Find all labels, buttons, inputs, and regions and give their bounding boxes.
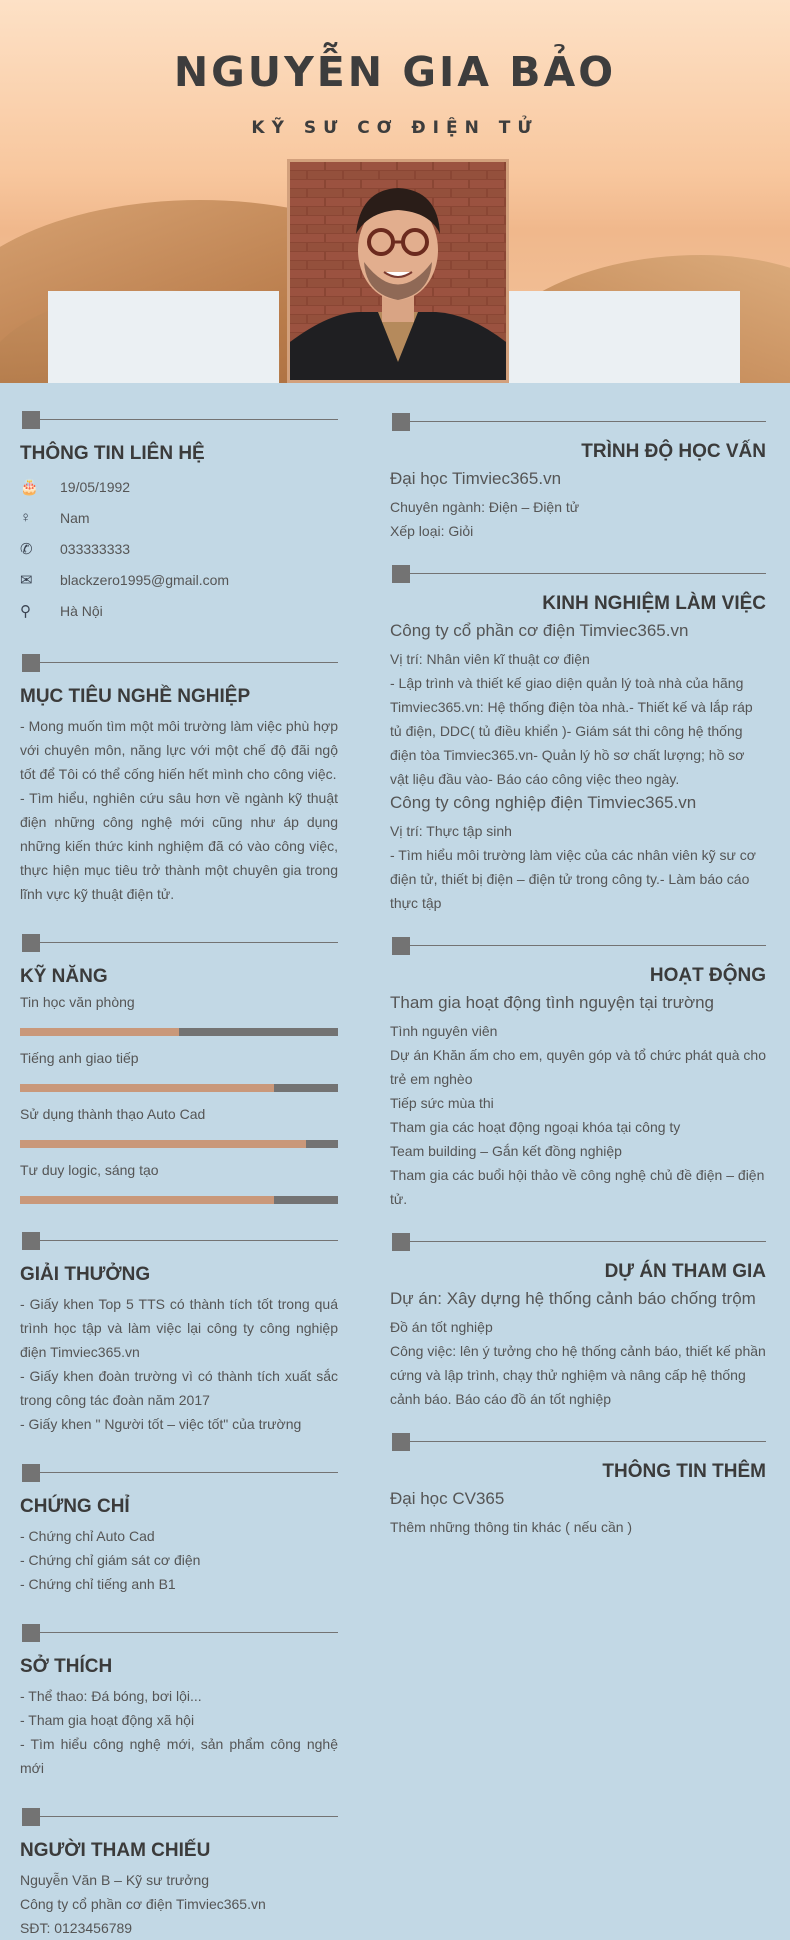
hobby-item: - Tìm hiểu công nghệ mới, sản phẩm công … <box>20 1736 338 1776</box>
skill-label: Tư duy logic, sáng tạo <box>20 1162 159 1178</box>
contact-gender: ♀ Nam <box>20 509 90 526</box>
extra-title: THÔNG TIN THÊM <box>602 1461 766 1482</box>
education-grade: Xếp loại: Giỏi <box>390 523 474 539</box>
right-column: TRÌNH ĐỘ HỌC VẤN Đại học Timviec365.vn C… <box>390 383 766 1539</box>
activities-title: HOẠT ĐỘNG <box>649 965 766 986</box>
skill-bar <box>20 1140 338 1148</box>
education-title: TRÌNH ĐỘ HỌC VẤN <box>581 441 766 462</box>
skill-label: Tiếng anh giao tiếp <box>20 1050 139 1066</box>
award-item: - Giấy khen đoàn trường vì có thành tích… <box>20 1368 338 1408</box>
job-description: - Tìm hiểu môi trường làm việc của các n… <box>390 847 756 911</box>
job-position: Vị trí: Nhân viên kĩ thuật cơ điện <box>390 651 590 667</box>
project-type: Đồ án tốt nghiệp <box>390 1319 493 1335</box>
location-pin-icon: ⚲ <box>20 602 31 620</box>
section-divider <box>20 1230 338 1250</box>
envelope-icon: ✉ <box>20 571 33 589</box>
job-company: Công ty cổ phần cơ điện Timviec365.vn <box>390 621 689 640</box>
profile-photo <box>287 159 509 383</box>
awards-title: GIẢI THƯỞNG <box>20 1264 151 1285</box>
section-divider <box>20 1462 338 1482</box>
cake-icon: 🎂 <box>20 478 39 496</box>
gender-icon: ♀ <box>20 509 32 526</box>
contact-email: ✉ blackzero1995@gmail.com <box>20 571 230 589</box>
section-divider <box>390 1231 766 1251</box>
extra-headline: Đại học CV365 <box>390 1489 505 1508</box>
section-divider <box>20 409 338 429</box>
contact-phone: ✆ 033333333 <box>20 540 131 558</box>
job-company: Công ty công nghiệp điện Timviec365.vn <box>390 793 697 812</box>
projects-title: DỰ ÁN THAM GIA <box>604 1261 766 1282</box>
job-position: Vị trí: Thực tập sinh <box>390 823 512 839</box>
candidate-name: NGUYỄN GIA BẢO <box>173 48 617 96</box>
header-banner: NGUYỄN GIA BẢO KỸ SƯ CƠ ĐIỆN TỬ <box>0 0 790 383</box>
job-description: - Lập trình và thiết kế giao diện quản l… <box>390 675 753 787</box>
section-divider <box>390 411 766 431</box>
contact-title: THÔNG TIN LIÊN HỆ <box>20 443 205 464</box>
activity-item: Tình nguyên viên <box>390 1023 498 1039</box>
activity-item: Tiếp sức mùa thi <box>390 1095 494 1111</box>
objective-title: MỤC TIÊU NGHỀ NGHIỆP <box>20 686 251 707</box>
references-title: NGƯỜI THAM CHIẾU <box>20 1840 211 1861</box>
project-headline: Dự án: Xây dựng hệ thống cảnh báo chống … <box>390 1289 756 1308</box>
header-panel-left <box>48 291 279 383</box>
contact-birthday: 🎂 19/05/1992 <box>20 478 131 496</box>
activities-headline: Tham gia hoạt động tình nguyện tại trườn… <box>390 993 715 1012</box>
skill-bar <box>20 1196 338 1204</box>
section-divider <box>20 1622 338 1642</box>
section-divider <box>390 563 766 583</box>
activity-item: Dự án Khăn ấm cho em, quyên góp và tổ ch… <box>390 1047 766 1087</box>
left-column: THÔNG TIN LIÊN HỆ 🎂 19/05/1992 ♀ Nam ✆ 0… <box>20 383 338 1940</box>
objective-text-2: - Tìm hiểu, nghiên cứu sâu hơn về ngành … <box>20 790 338 902</box>
project-description: Công việc: lên ý tưởng cho hệ thống cảnh… <box>390 1343 766 1407</box>
hobbies-title: SỞ THÍCH <box>20 1656 113 1677</box>
reference-item: Nguyễn Văn B – Kỹ sư trưởng <box>20 1872 210 1888</box>
section-divider <box>20 1806 338 1826</box>
award-item: - Giấy khen " Người tốt – việc tốt" của … <box>20 1416 302 1432</box>
education-school: Đại học Timviec365.vn <box>390 469 562 488</box>
contact-address: ⚲ Hà Nội <box>20 602 103 620</box>
certificate-item: - Chứng chỉ giám sát cơ điện <box>20 1552 201 1568</box>
certificate-item: - Chứng chỉ Auto Cad <box>20 1528 155 1544</box>
section-divider <box>390 935 766 955</box>
objective-text-1: - Mong muốn tìm một môi trường làm việc … <box>20 718 338 782</box>
skill-label: Tin học văn phòng <box>20 994 135 1010</box>
activity-item: Team building – Gắn kết đồng nghiệp <box>390 1143 622 1159</box>
skill-bar <box>20 1084 338 1092</box>
skill-bar <box>20 1028 338 1036</box>
phone-icon: ✆ <box>20 540 33 558</box>
activity-item: Tham gia các buổi hội thảo về công nghệ … <box>390 1167 765 1207</box>
section-divider <box>20 652 338 672</box>
header-panel-right <box>509 291 740 383</box>
skill-label: Sử dụng thành thạo Auto Cad <box>20 1106 206 1122</box>
award-item: - Giấy khen Top 5 TTS có thành tích tốt … <box>20 1296 338 1360</box>
hobby-item: - Thể thao: Đá bóng, bơi lội... <box>20 1688 202 1704</box>
extra-description: Thêm những thông tin khác ( nếu cần ) <box>390 1519 633 1535</box>
activity-item: Tham gia các hoạt động ngoại khóa tại cô… <box>390 1119 681 1135</box>
reference-item: Công ty cổ phần cơ điện Timviec365.vn <box>20 1896 266 1912</box>
hobby-item: - Tham gia hoạt động xã hội <box>20 1712 195 1728</box>
experience-title: KINH NGHIỆM LÀM VIỆC <box>542 593 766 614</box>
education-major: Chuyên ngành: Điện – Điện tử <box>390 499 580 515</box>
reference-item: SĐT: 0123456789 <box>20 1920 133 1936</box>
skills-title: KỸ NĂNG <box>20 966 108 987</box>
section-divider <box>390 1431 766 1451</box>
candidate-title: KỸ SƯ CƠ ĐIỆN TỬ <box>251 118 539 138</box>
section-divider <box>20 932 338 952</box>
certificate-item: - Chứng chỉ tiếng anh B1 <box>20 1576 176 1592</box>
certificates-title: CHỨNG CHỈ <box>20 1496 130 1517</box>
